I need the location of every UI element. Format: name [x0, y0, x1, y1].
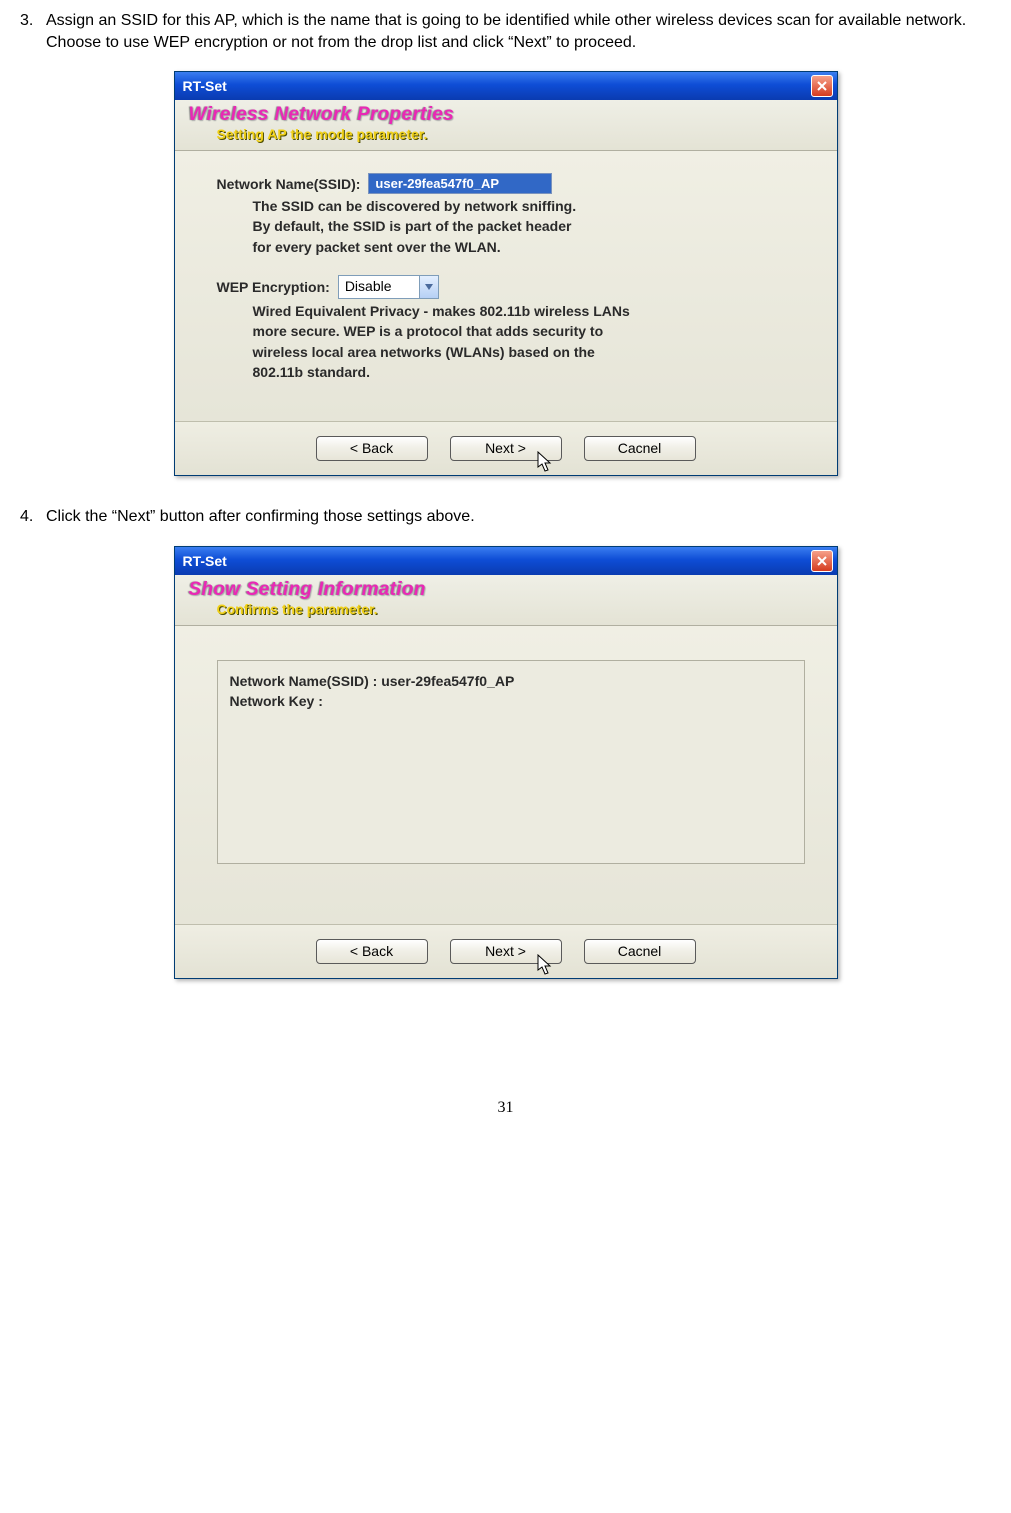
ssid-label: Network Name(SSID):	[217, 176, 361, 192]
window-title: RT-Set	[183, 78, 811, 94]
next-button[interactable]: Next >	[450, 436, 562, 461]
step-text: Assign an SSID for this AP, which is the…	[46, 10, 991, 53]
cursor-icon	[537, 451, 553, 473]
dialog-header: Show Setting Information Confirms the pa…	[175, 575, 837, 626]
dialog-subheading: Confirms the parameter.	[189, 601, 823, 617]
summary-box: Network Name(SSID) : user-29fea547f0_AP …	[217, 660, 805, 864]
wep-description: Wired Equivalent Privacy - makes 802.11b…	[217, 301, 805, 382]
titlebar: RT-Set	[175, 72, 837, 100]
chevron-down-icon	[419, 276, 438, 298]
wep-value: Disable	[339, 276, 419, 298]
ssid-desc-line: The SSID can be discovered by network sn…	[253, 196, 805, 216]
next-button-label: Next >	[485, 440, 526, 456]
close-button[interactable]	[811, 550, 833, 572]
wep-desc-line: Wired Equivalent Privacy - makes 802.11b…	[253, 301, 805, 321]
step-number: 3.	[20, 10, 46, 53]
dialog-body: Network Name(SSID) : user-29fea547f0_AP …	[175, 626, 837, 924]
step-4: 4. Click the “Next” button after confirm…	[20, 506, 991, 528]
next-button-label: Next >	[485, 943, 526, 959]
summary-line: Network Key :	[230, 691, 792, 711]
back-button[interactable]: < Back	[316, 436, 428, 461]
step-text: Click the “Next” button after confirming…	[46, 506, 991, 528]
page-number: 31	[20, 1099, 991, 1117]
step-number: 4.	[20, 506, 46, 528]
close-icon	[817, 81, 827, 91]
back-button[interactable]: < Back	[316, 939, 428, 964]
ssid-description: The SSID can be discovered by network sn…	[217, 196, 805, 257]
summary-line: Network Name(SSID) : user-29fea547f0_AP	[230, 671, 792, 691]
window-title: RT-Set	[183, 553, 811, 569]
dialog-body: Network Name(SSID): The SSID can be disc…	[175, 151, 837, 421]
dialog-setting-information: RT-Set Show Setting Information Confirms…	[174, 546, 838, 979]
step-3: 3. Assign an SSID for this AP, which is …	[20, 10, 991, 53]
close-icon	[817, 556, 827, 566]
dialog-heading: Wireless Network Properties	[189, 104, 823, 126]
dialog-footer: < Back Next > Cacnel	[175, 924, 837, 978]
dialog-subheading: Setting AP the mode parameter.	[189, 126, 823, 142]
titlebar: RT-Set	[175, 547, 837, 575]
wep-desc-line: wireless local area networks (WLANs) bas…	[253, 342, 805, 362]
dialog-header: Wireless Network Properties Setting AP t…	[175, 100, 837, 151]
wep-label: WEP Encryption:	[217, 279, 330, 295]
ssid-desc-line: By default, the SSID is part of the pack…	[253, 216, 805, 236]
ssid-input[interactable]	[368, 173, 552, 194]
dialog-heading: Show Setting Information	[189, 579, 823, 601]
dialog-wireless-properties: RT-Set Wireless Network Properties Setti…	[174, 71, 838, 476]
wep-select[interactable]: Disable	[338, 275, 439, 299]
dialog-footer: < Back Next > Cacnel	[175, 421, 837, 475]
next-button[interactable]: Next >	[450, 939, 562, 964]
cancel-button[interactable]: Cacnel	[584, 436, 696, 461]
wep-desc-line: 802.11b standard.	[253, 362, 805, 382]
cancel-button[interactable]: Cacnel	[584, 939, 696, 964]
wep-desc-line: more secure. WEP is a protocol that adds…	[253, 321, 805, 341]
close-button[interactable]	[811, 75, 833, 97]
ssid-desc-line: for every packet sent over the WLAN.	[253, 237, 805, 257]
cursor-icon	[537, 954, 553, 976]
